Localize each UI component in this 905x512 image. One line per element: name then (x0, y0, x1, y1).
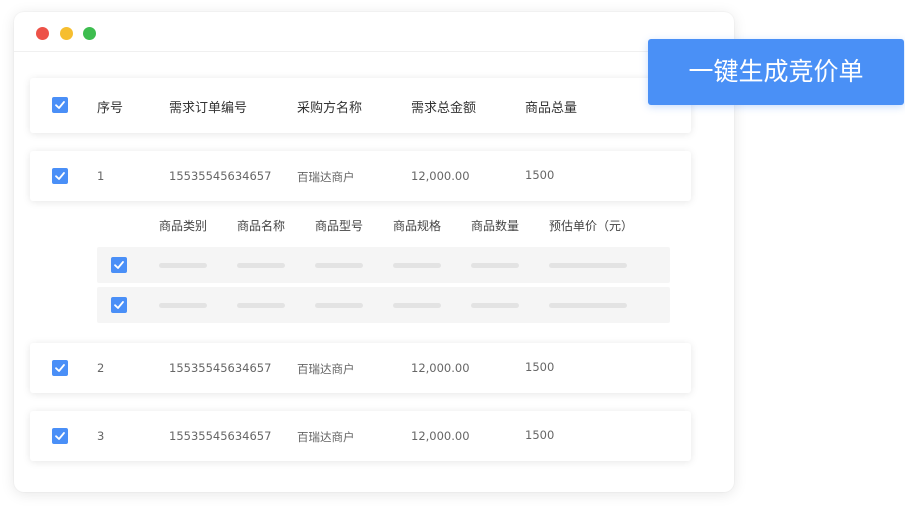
row-index: 3 (97, 429, 105, 443)
row-checkbox[interactable] (52, 168, 68, 184)
subtable-row[interactable] (97, 247, 670, 283)
placeholder-bar (315, 303, 363, 308)
subheader-unit-price: 预估单价（元） (549, 219, 634, 233)
row-index: 1 (97, 169, 105, 183)
check-icon (55, 364, 65, 372)
placeholder-bar (393, 263, 441, 268)
check-icon (114, 261, 124, 269)
table-row[interactable]: 3 15535545634657 百瑞达商户 12,000.00 1500 (30, 411, 691, 461)
placeholder-bar (549, 263, 627, 268)
placeholder-bar (159, 303, 207, 308)
placeholder-bar (471, 263, 519, 268)
placeholder-bar (237, 263, 285, 268)
row-checkbox[interactable] (52, 428, 68, 444)
table-header: 序号 需求订单编号 采购方名称 需求总金额 商品总量 (30, 78, 691, 133)
close-window-button[interactable] (36, 27, 49, 40)
header-order-number: 需求订单编号 (169, 101, 248, 116)
title-bar (14, 12, 734, 52)
subtable-row[interactable] (97, 287, 670, 323)
row-total-quantity: 1500 (525, 428, 555, 442)
subrow-checkbox[interactable] (111, 297, 127, 313)
subheader-category: 商品类别 (159, 219, 208, 233)
placeholder-bar (315, 263, 363, 268)
row-index: 2 (97, 361, 105, 375)
header-buyer-name: 采购方名称 (297, 101, 363, 116)
placeholder-bar (471, 303, 519, 308)
check-icon (114, 301, 124, 309)
row-total-quantity: 1500 (525, 360, 555, 374)
row-total-amount: 12,000.00 (411, 429, 470, 443)
subheader-spec: 商品规格 (393, 219, 442, 233)
row-total-quantity: 1500 (525, 168, 555, 182)
row-buyer-name: 百瑞达商户 (297, 362, 355, 376)
row-buyer-name: 百瑞达商户 (297, 430, 355, 444)
subrow-checkbox[interactable] (111, 257, 127, 273)
subheader-product-name: 商品名称 (237, 219, 286, 233)
row-buyer-name: 百瑞达商户 (297, 170, 355, 184)
placeholder-bar (237, 303, 285, 308)
check-icon (55, 172, 65, 180)
row-total-amount: 12,000.00 (411, 361, 470, 375)
row-checkbox[interactable] (52, 360, 68, 376)
header-total-amount: 需求总金额 (411, 101, 477, 116)
table-row[interactable]: 2 15535545634657 百瑞达商户 12,000.00 1500 (30, 343, 691, 393)
check-icon (55, 432, 65, 440)
row-order-number: 15535545634657 (169, 361, 272, 375)
row-order-number: 15535545634657 (169, 169, 272, 183)
placeholder-bar (159, 263, 207, 268)
row-total-amount: 12,000.00 (411, 169, 470, 183)
placeholder-bar (549, 303, 627, 308)
placeholder-bar (393, 303, 441, 308)
generate-bidding-sheet-button[interactable]: 一键生成竞价单 (648, 39, 904, 105)
table-row[interactable]: 1 15535545634657 百瑞达商户 12,000.00 1500 (30, 151, 691, 201)
subheader-count: 商品数量 (471, 219, 520, 233)
check-icon (55, 101, 65, 109)
minimize-window-button[interactable] (60, 27, 73, 40)
header-index: 序号 (97, 101, 124, 116)
subheader-model: 商品型号 (315, 219, 364, 233)
maximize-window-button[interactable] (83, 27, 96, 40)
header-total-quantity: 商品总量 (525, 101, 578, 116)
row-order-number: 15535545634657 (169, 429, 272, 443)
select-all-checkbox[interactable] (52, 97, 68, 113)
